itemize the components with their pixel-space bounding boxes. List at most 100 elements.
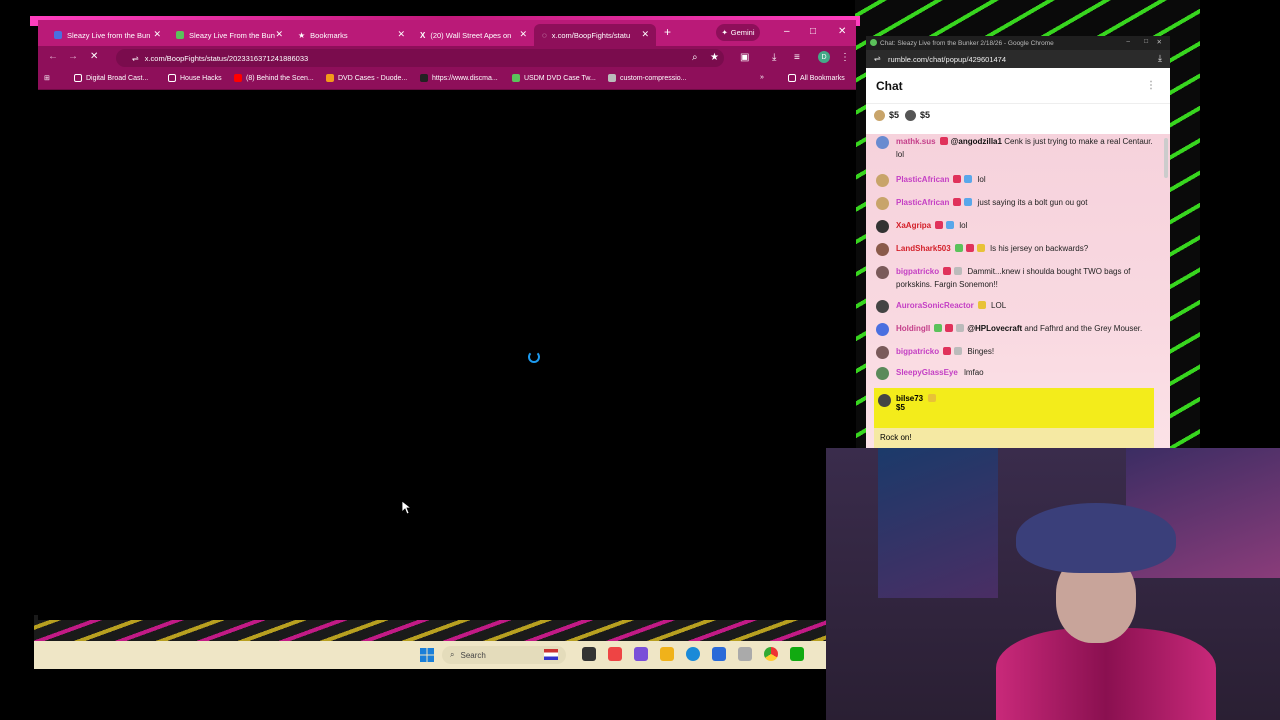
address-bar-url: x.com/BoopFights/status/2023316371241886…	[144, 53, 309, 63]
avatar	[876, 174, 889, 187]
badge-icon	[953, 175, 962, 183]
gemini-label: Gemini	[730, 28, 755, 37]
site-icon	[326, 74, 334, 82]
chat-message: bigpatricko Binges!	[866, 342, 1170, 361]
gemini-button[interactable]: ✦ Gemini	[716, 24, 760, 41]
badge-icon	[954, 347, 963, 355]
tab-boopfights[interactable]: ◌ x.com/BoopFights/statu ✕	[534, 24, 656, 46]
file-explorer-icon[interactable]	[660, 647, 674, 661]
bookmark-discmakers[interactable]: https://www.discma...	[420, 74, 498, 82]
close-window-button[interactable]: ✕	[838, 26, 846, 37]
bookmark-usdm-dvd-case[interactable]: USDM DVD Case Tw...	[512, 74, 596, 82]
new-tab-button[interactable]: +	[664, 25, 671, 39]
site-icon	[420, 74, 428, 82]
download-icon[interactable]: ⤓	[772, 52, 776, 63]
bookmark-custom-compression[interactable]: custom-compressio...	[608, 74, 687, 82]
chat-message: HoldingII @HPLovecraft and Fafhrd and the…	[866, 319, 1170, 338]
chat-message-list[interactable]: mathk.sus @angodzilla1 Cenk is just tryin…	[866, 134, 1170, 448]
all-bookmarks-button[interactable]: All Bookmarks	[788, 74, 845, 82]
badge-icon	[977, 301, 986, 309]
zoom-icon[interactable]: ⌕	[692, 52, 698, 63]
edge-icon[interactable]	[686, 647, 700, 661]
app-icon[interactable]	[608, 647, 622, 661]
app-icon[interactable]	[790, 647, 804, 661]
close-tab-icon[interactable]: ✕	[397, 29, 405, 40]
minimize-button[interactable]: –	[1126, 38, 1130, 45]
menu-kebab-icon[interactable]: ⋮	[840, 52, 850, 63]
apps-grid-icon[interactable]: ⊞	[44, 74, 50, 82]
youtube-icon	[234, 74, 242, 82]
page-content	[38, 91, 856, 620]
stop-loading-icon[interactable]: ✕	[90, 51, 98, 62]
forward-arrow-icon[interactable]: →	[68, 51, 78, 62]
close-tab-icon[interactable]: ✕	[641, 29, 649, 40]
bookmark-digital-broadcast[interactable]: Digital Broad Cast...	[74, 74, 148, 82]
badge-icon	[964, 198, 973, 206]
webcam-feed	[826, 448, 1280, 720]
profile-avatar[interactable]: D	[818, 51, 830, 63]
chat-message: XaAgripa lol	[866, 216, 1170, 235]
maximize-button[interactable]: □	[810, 26, 816, 37]
badge-icon	[935, 221, 944, 229]
chat-window-title: Chat: Sleazy Live from the Bunker 2/18/2…	[880, 39, 1054, 47]
tab-sleazy-live-2[interactable]: Sleazy Live From the Bun ✕	[168, 24, 290, 46]
badge-icon	[943, 267, 952, 275]
download-icon[interactable]: ⤓	[1158, 53, 1162, 64]
bookmark-star-icon[interactable]: ★	[710, 52, 719, 63]
tab-sleazy-live-1[interactable]: Sleazy Live from the Bun ✕	[46, 24, 168, 46]
close-tab-icon[interactable]: ✕	[275, 29, 283, 40]
task-view-icon[interactable]	[582, 647, 596, 661]
extensions-icon[interactable]: ≡	[794, 52, 800, 63]
chat-message: LandShark503 Is his jersey on backwards?	[866, 239, 1170, 258]
tab-label: (20) Wall Street Apes on	[430, 30, 512, 40]
gemini-sparkle-icon: ✦	[721, 28, 728, 37]
site-icon	[608, 74, 616, 82]
avatar	[876, 346, 889, 359]
windows-taskbar: ⌕ Search	[34, 641, 826, 669]
close-tab-icon[interactable]: ✕	[519, 29, 527, 40]
tab-wall-street-apes[interactable]: X (20) Wall Street Apes on ✕	[412, 24, 534, 46]
badge-icon	[956, 324, 965, 332]
windows-start-icon[interactable]	[420, 648, 434, 662]
tab-label: x.com/BoopFights/statu	[551, 30, 631, 40]
taskbar-search[interactable]: ⌕ Search	[442, 646, 566, 664]
site-icon	[512, 74, 520, 82]
avatar	[876, 136, 889, 149]
back-arrow-icon[interactable]: ←	[48, 51, 58, 62]
avatar	[876, 243, 889, 256]
close-tab-icon[interactable]: ✕	[153, 29, 161, 40]
cast-icon[interactable]: ▣	[740, 52, 749, 63]
flag-icon	[544, 649, 558, 660]
pinned-rant[interactable]: $5	[874, 109, 899, 121]
chat-popup-window: Chat: Sleazy Live from the Bunker 2/18/2…	[866, 36, 1170, 448]
close-window-button[interactable]: ✕	[1157, 38, 1162, 46]
rant-header: bilse73 $5	[874, 388, 1154, 428]
address-bar[interactable]: ⇌ x.com/BoopFights/status/20233163712418…	[116, 49, 724, 67]
settings-gear-icon[interactable]	[738, 647, 752, 661]
chat-message: PlasticAfrican lol	[866, 170, 1170, 189]
bookmark-behind-the-scenes[interactable]: (8) Behind the Scen...	[234, 74, 314, 82]
bookmark-house-hacks[interactable]: House Hacks	[168, 74, 222, 82]
site-info-icon[interactable]: ⇌	[874, 54, 881, 63]
avatar	[876, 197, 889, 210]
avatar	[878, 394, 891, 407]
chat-window-titlebar: Chat: Sleazy Live from the Bunker 2/18/2…	[866, 36, 1170, 50]
rant-message: bilse73 $5 Rock on!	[874, 388, 1154, 448]
teams-icon[interactable]	[634, 647, 648, 661]
badge-icon	[976, 244, 985, 252]
minimize-button[interactable]: –	[784, 26, 790, 37]
mouse-cursor-icon	[402, 501, 412, 515]
store-icon[interactable]	[712, 647, 726, 661]
chat-menu-kebab-icon[interactable]: ⋮	[1146, 80, 1156, 91]
tab-bar: Sleazy Live from the Bun ✕ Sleazy Live F…	[38, 20, 856, 46]
pinned-rant[interactable]: $5	[905, 109, 930, 121]
badge-icon	[943, 347, 952, 355]
loading-spinner-icon	[528, 351, 540, 363]
more-bookmarks-button[interactable]: »	[760, 74, 764, 81]
chat-message: AuroraSonicReactor LOL	[866, 296, 1170, 315]
bookmark-dvd-cases[interactable]: DVD Cases - Duode...	[326, 74, 407, 82]
maximize-button[interactable]: □	[1144, 38, 1148, 45]
site-info-icon[interactable]: ⇌	[132, 54, 139, 63]
tab-bookmarks[interactable]: ★ Bookmarks ✕	[290, 24, 412, 46]
chrome-icon[interactable]	[764, 647, 778, 661]
